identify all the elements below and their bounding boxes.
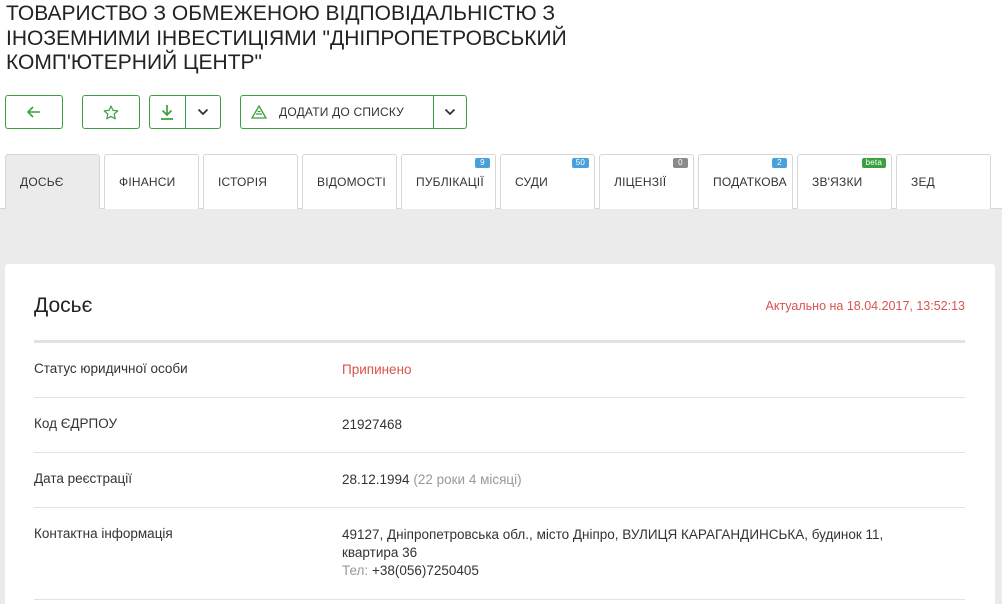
dossier-title: Досьє — [34, 294, 93, 317]
tab-count-badge: 50 — [571, 158, 589, 168]
company-title-line: ІНОЗЕМНИМИ ІНВЕСТИЦІЯМИ "ДНІПРОПЕТРОВСЬК… — [6, 26, 567, 50]
tab-count-badge: 2 — [772, 158, 787, 168]
tab-tax[interactable]: ПОДАТКОВА 2 — [698, 154, 793, 209]
download-dropdown-toggle[interactable] — [186, 96, 221, 128]
tab-label: ПУБЛІКАЦІЇ — [416, 175, 484, 189]
row-label: Статус юридичної особи — [34, 361, 188, 376]
dossier-card: Досьє Актуально на 18.04.2017, 13:52:13 … — [5, 264, 995, 609]
registration-age: (22 роки 4 місяці) — [413, 472, 522, 487]
tab-publications[interactable]: ПУБЛІКАЦІЇ 9 — [401, 154, 496, 209]
tab-label: СУДИ — [515, 175, 548, 189]
tab-courts[interactable]: СУДИ 50 — [500, 154, 595, 209]
tab-label: ЗВ'ЯЗКИ — [812, 175, 863, 189]
favorite-button[interactable] — [82, 95, 140, 129]
add-to-list-button-group: ДОДАТИ ДО СПИСКУ — [240, 95, 467, 129]
row-label: Контактна інформація — [34, 526, 173, 541]
tab-licenses[interactable]: ЛІЦЕНЗІЇ 0 — [599, 154, 694, 209]
info-row-edrpou: Код ЄДРПОУ 21927468 — [34, 398, 965, 453]
info-row-status: Статус юридичної особи Припинено — [34, 343, 965, 398]
tab-count-badge: 0 — [673, 158, 688, 168]
registration-date: 28.12.1994 — [342, 472, 410, 487]
phone-number: +38(056)7250405 — [371, 563, 479, 578]
chevron-down-icon — [197, 108, 208, 116]
tab-label: ПОДАТКОВА — [713, 175, 787, 189]
arrow-left-icon — [27, 106, 40, 118]
tab-label: ЗЕД — [911, 175, 935, 189]
tab-connections[interactable]: ЗВ'ЯЗКИ beta — [797, 154, 892, 209]
row-label: Дата реєстрації — [34, 471, 132, 486]
add-to-list-dropdown-toggle[interactable] — [434, 96, 466, 128]
star-icon — [103, 104, 119, 119]
chevron-down-icon — [444, 108, 456, 116]
tab-label: ІСТОРІЯ — [218, 175, 268, 189]
tab-details[interactable]: ВІДОМОСТІ — [302, 154, 397, 209]
row-label: Код ЄДРПОУ — [34, 416, 118, 431]
info-row-registration-date: Дата реєстрації 28.12.1994 (22 роки 4 мі… — [34, 453, 965, 508]
add-to-list-label: ДОДАТИ ДО СПИСКУ — [279, 105, 405, 119]
tab-foreign-trade[interactable]: ЗЕД — [896, 154, 991, 209]
address-line: квартира 36 — [342, 545, 418, 560]
tab-count-badge: 9 — [475, 158, 490, 168]
download-button-group — [149, 95, 221, 129]
phone-label: Тел: — [342, 563, 369, 578]
tab-history[interactable]: ІСТОРІЯ — [203, 154, 298, 209]
download-icon — [161, 105, 174, 120]
edrpou-value: 21927468 — [342, 417, 403, 432]
company-title: ТОВАРИСТВО З ОБМЕЖЕНОЮ ВІДПОВІДАЛЬНІСТЮ … — [6, 2, 606, 76]
tab-dossier[interactable]: ДОСЬЄ — [5, 154, 100, 209]
tab-beta-badge: beta — [861, 158, 886, 168]
list-logo-icon — [251, 105, 267, 119]
contact-value: 49127, Дніпропетровська обл., місто Дніп… — [342, 526, 942, 580]
tab-label: ВІДОМОСТІ — [317, 175, 386, 189]
status-value: Припинено — [342, 362, 412, 377]
download-button[interactable] — [150, 96, 186, 128]
tab-label: ФІНАНСИ — [119, 175, 176, 189]
info-row-contacts: Контактна інформація 49127, Дніпропетров… — [34, 508, 965, 600]
last-updated-text: Актуально на 18.04.2017, 13:52:13 — [765, 299, 966, 313]
address-line: 49127, Дніпропетровська обл., місто Дніп… — [342, 527, 884, 542]
company-title-line: КОМП'ЮТЕРНИЙ ЦЕНТР" — [6, 51, 262, 74]
tab-label: ДОСЬЄ — [20, 175, 64, 189]
back-button[interactable] — [5, 95, 63, 129]
tab-finances[interactable]: ФІНАНСИ — [104, 154, 199, 209]
phone-line: Тел: +38(056)7250405 — [342, 562, 942, 580]
registration-date-value: 28.12.1994 (22 роки 4 місяці) — [342, 471, 942, 489]
add-to-list-button[interactable]: ДОДАТИ ДО СПИСКУ — [241, 96, 434, 128]
tab-label: ЛІЦЕНЗІЇ — [614, 175, 667, 189]
company-title-line: ТОВАРИСТВО З ОБМЕЖЕНОЮ ВІДПОВІДАЛЬНІСТЮ … — [6, 2, 556, 25]
